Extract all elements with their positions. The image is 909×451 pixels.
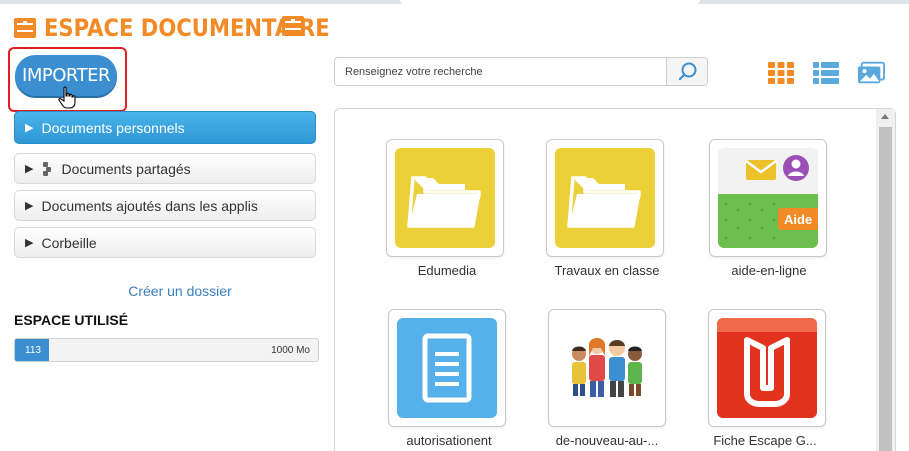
svg-text:Aide: Aide <box>784 212 812 227</box>
folder-icon <box>555 148 655 248</box>
document-icon <box>397 318 497 418</box>
gallery-view-icon[interactable] <box>857 61 885 85</box>
file-tile-aide-en-ligne[interactable]: Aide <box>709 139 827 257</box>
file-tile-fiche-escape[interactable] <box>708 309 826 427</box>
sidebar-item-documents-ajoutes[interactable]: ▶ Documents ajoutés dans les applis <box>14 190 316 221</box>
search-icon <box>678 62 697 81</box>
create-folder-link[interactable]: Créer un dossier <box>14 283 346 299</box>
file-tile-autorisationent[interactable] <box>388 309 506 427</box>
storage-progress-bar: 113 1000 Mo <box>14 338 319 362</box>
sidebar-item-documents-partages[interactable]: ▶ Documents partagés <box>14 153 316 184</box>
file-name[interactable]: Fiche Escape G... <box>680 433 850 448</box>
share-icon <box>41 161 53 176</box>
search-box <box>334 57 708 86</box>
file-tile-de-nouveau-au[interactable] <box>548 309 666 427</box>
triangle-right-icon: ▶ <box>25 122 34 134</box>
storage-used-value: 113 <box>25 344 41 356</box>
triangle-right-icon: ▶ <box>25 200 34 212</box>
vertical-scrollbar[interactable] <box>876 109 895 451</box>
triangle-right-icon: ▶ <box>25 163 34 175</box>
hand-cursor-icon <box>58 86 76 109</box>
file-name[interactable]: autorisationent <box>364 433 534 448</box>
archive-box-icon <box>282 16 304 36</box>
storage-total-value: 1000 Mo <box>271 344 310 356</box>
children-illustration-thumbnail <box>557 318 657 418</box>
file-name[interactable]: Travaux en classe <box>522 263 692 278</box>
image-thumbnail: Aide <box>718 148 818 248</box>
archive-box-icon <box>14 18 36 38</box>
sidebar-item-label: Documents partagés <box>61 160 191 177</box>
grid-view-icon[interactable] <box>767 61 795 85</box>
search-input[interactable] <box>335 58 667 85</box>
sidebar-item-documents-personnels[interactable]: ▶ Documents personnels <box>14 111 316 144</box>
search-button[interactable] <box>666 58 707 85</box>
sidebar-item-label: Corbeille <box>41 234 97 251</box>
scrollbar-thumb[interactable] <box>879 127 892 451</box>
folder-icon <box>395 148 495 248</box>
file-tile-edumedia[interactable] <box>386 139 504 257</box>
file-tile-travaux-en-classe[interactable] <box>546 139 664 257</box>
file-name[interactable]: aide-en-ligne <box>684 263 854 278</box>
page-title: ESPACE DOCUMENTAIRE <box>14 12 369 44</box>
file-name[interactable]: Edumedia <box>362 263 532 278</box>
list-view-icon[interactable] <box>812 61 840 85</box>
scroll-up-arrow-icon[interactable] <box>881 114 889 119</box>
sidebar-item-label: Documents ajoutés dans les applis <box>41 197 258 214</box>
storage-used-fill: 113 <box>15 339 49 361</box>
triangle-right-icon: ▶ <box>25 237 34 249</box>
sidebar-item-label: Documents personnels <box>41 119 185 136</box>
sidebar-item-corbeille[interactable]: ▶ Corbeille <box>14 227 316 258</box>
storage-label: ESPACE UTILISÉ <box>14 312 129 328</box>
pdf-icon <box>717 318 817 418</box>
file-name[interactable]: de-nouveau-au-... <box>522 433 692 448</box>
top-border <box>0 0 909 4</box>
